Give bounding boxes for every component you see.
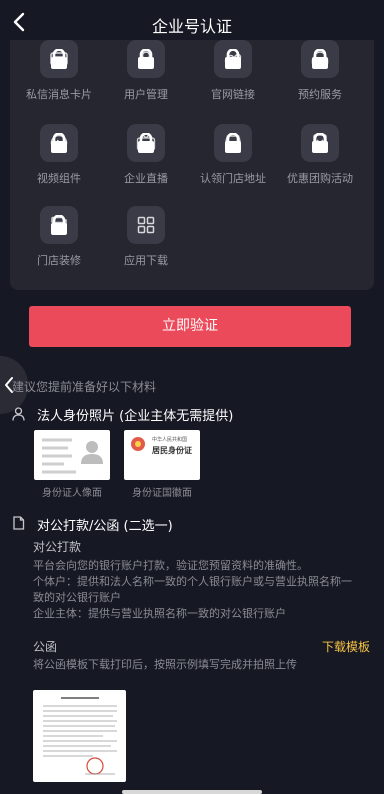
letter-description: 将公函模板下载打印后，按照示例填写完成并拍照上传 <box>33 658 297 671</box>
lock-icon <box>138 133 154 153</box>
feature-app-download[interactable]: 应用下载 <box>101 206 191 268</box>
feature-tile <box>40 40 78 78</box>
transfer-line: 致的对公银行账户 <box>33 591 121 604</box>
section-payment-title: 对公打款/公函 (二选一) <box>37 519 173 534</box>
feature-booking-service[interactable]: 预约服务 <box>275 40 365 102</box>
feature-website-link[interactable]: 官网链接 <box>188 40 278 102</box>
feature-label: 官网链接 <box>211 88 255 101</box>
feature-tile <box>40 124 78 162</box>
feature-user-management[interactable]: 用户管理 <box>101 40 191 102</box>
transfer-description: 平台会向您的银行账户打款，验证您预留资料的准确性。 个体户：提供和法人名称一致的… <box>33 558 352 622</box>
person-icon <box>12 407 25 421</box>
id-back-caption: 身份证国徽面 <box>132 488 192 499</box>
feature-label: 门店装修 <box>37 254 81 267</box>
feature-group-deals[interactable]: 优惠团购活动 <box>275 124 365 186</box>
lock-icon <box>312 49 328 69</box>
lock-icon <box>51 215 67 235</box>
id-card-title-text: 居民身份证 <box>152 446 192 455</box>
feature-video-component[interactable]: 视频组件 <box>14 124 104 186</box>
id-card-country-text: 中华人民共和国 <box>152 437 188 443</box>
feature-label: 预约服务 <box>298 88 342 101</box>
id-card-front-illustration <box>42 438 103 474</box>
feature-tile <box>214 124 252 162</box>
feature-tile <box>127 206 165 244</box>
feature-tile <box>301 124 339 162</box>
transfer-line: 企业主体：提供与营业执照名称一致的对公银行账户 <box>33 607 286 620</box>
feature-tile: LIVE <box>127 124 165 162</box>
letter-sample-illustration <box>43 697 117 775</box>
feature-enterprise-live[interactable]: LIVE 企业直播 <box>101 124 191 186</box>
feature-label: 私信消息卡片 <box>26 88 92 101</box>
transfer-subtitle: 对公打款 <box>33 540 82 554</box>
feature-label: 企业直播 <box>124 172 168 185</box>
home-indicator <box>122 790 262 794</box>
lock-icon <box>312 133 328 153</box>
id-card-back-image: 中华人民共和国 居民身份证 <box>124 430 200 480</box>
lock-icon <box>138 49 154 69</box>
lock-icon <box>51 49 67 69</box>
section-id-title: 法人身份照片 (企业主体无需提供) <box>37 409 234 424</box>
page-title: 企业号认证 <box>151 17 232 36</box>
feature-label: 认领门店地址 <box>200 172 266 185</box>
apps-grid-icon <box>137 216 155 234</box>
feature-store-decoration[interactable]: 门店装修 <box>14 206 104 268</box>
feature-label: 应用下载 <box>124 254 168 267</box>
feature-label: 用户管理 <box>124 88 168 101</box>
feature-tile <box>127 40 165 78</box>
lock-icon <box>225 49 241 69</box>
feature-message-card[interactable]: 私信消息卡片 <box>14 40 104 102</box>
transfer-line: 个体户：提供和法人名称一致的个人银行账户或与营业执照名称一 <box>33 575 352 588</box>
feature-tile <box>301 40 339 78</box>
letter-sample-image[interactable] <box>33 690 126 782</box>
transfer-line: 平台会向您的银行账户打款，验证您预留资料的准确性。 <box>33 559 308 572</box>
lock-icon <box>51 133 67 153</box>
verify-now-button[interactable]: 立即验证 <box>29 306 351 347</box>
feature-tile <box>214 40 252 78</box>
materials-hint: 建议您提前准备好以下材料 <box>12 380 157 394</box>
document-icon <box>13 516 25 530</box>
lock-icon <box>225 133 241 153</box>
features-panel: 私信消息卡片 用户管理 官网链接 预约服务 视频组件 企业直播 认领门店地址 优… <box>10 40 374 290</box>
top-bar: 企业号认证 <box>0 0 384 44</box>
feature-claim-store[interactable]: 认领门店地址 <box>188 124 278 186</box>
feature-tile <box>40 206 78 244</box>
download-template-link[interactable]: 下载模板 <box>322 638 370 655</box>
letter-subtitle: 公函 <box>33 640 58 654</box>
feature-label: 优惠团购活动 <box>287 172 353 185</box>
feature-label: 视频组件 <box>37 172 81 185</box>
id-card-front-image <box>34 430 110 480</box>
